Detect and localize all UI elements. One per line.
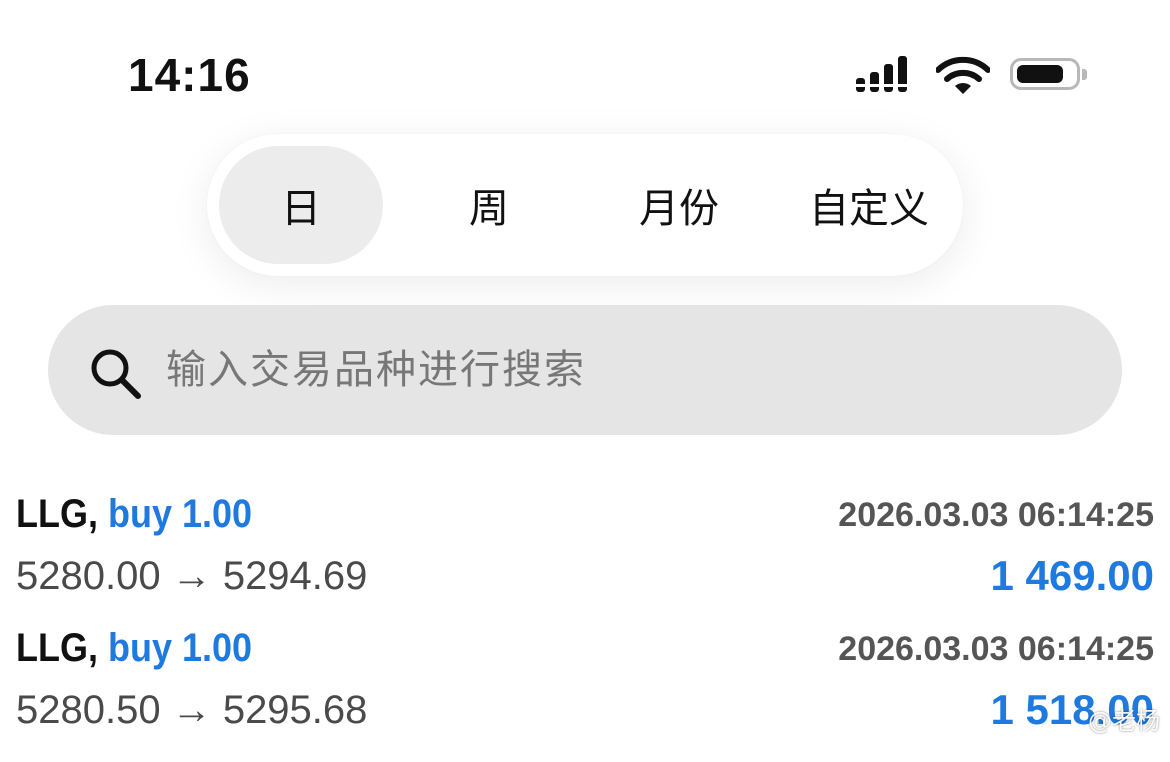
search-input[interactable] xyxy=(166,335,1066,405)
tab-week[interactable]: 周 xyxy=(407,146,571,264)
deal-profit: 1 469.00 xyxy=(990,552,1155,599)
deal-side: buy 1.00 xyxy=(107,492,253,536)
period-segmented-control: 日 周 月份 自定义 xyxy=(207,134,963,276)
deal-symbol: LLG, xyxy=(16,492,98,536)
tab-day[interactable]: 日 xyxy=(219,146,383,264)
tab-month[interactable]: 月份 xyxy=(597,146,761,264)
deal-symbol: LLG, xyxy=(16,626,98,670)
deal-symbol-side: LLG, buy 1.00 xyxy=(16,626,252,671)
deal-side: buy 1.00 xyxy=(107,626,253,670)
deal-datetime: 2026.03.03 06:14:25 xyxy=(838,496,1154,534)
deal-row[interactable]: LLG, buy 1.00 2026.03.03 06:14:25 5280.5… xyxy=(0,626,1170,762)
status-time: 14:16 xyxy=(128,49,251,101)
deal-datetime: 2026.03.03 06:14:25 xyxy=(838,630,1154,668)
deal-symbol-side: LLG, buy 1.00 xyxy=(16,492,252,537)
wifi-icon xyxy=(936,56,990,94)
deal-row[interactable]: LLG, buy 1.00 2026.03.03 06:14:25 5280.0… xyxy=(0,492,1170,628)
tab-custom[interactable]: 自定义 xyxy=(787,146,951,264)
battery-icon xyxy=(1010,58,1087,90)
watermark: @老杨 xyxy=(1088,707,1160,735)
signal-bars-icon xyxy=(856,56,916,98)
deal-prices: 5280.50 → 5295.68 xyxy=(16,688,368,732)
search-icon xyxy=(91,349,141,399)
deal-prices: 5280.00 → 5294.69 xyxy=(16,554,368,598)
